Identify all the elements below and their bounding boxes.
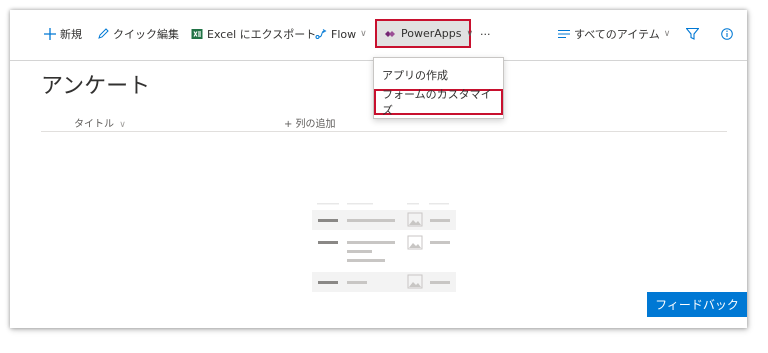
empty-list-illustration (312, 200, 456, 295)
filter-icon (686, 28, 699, 40)
menu-item-customize-forms[interactable]: フォームのカスタマイズ (374, 88, 503, 117)
menu-item-label: アプリの作成 (382, 69, 448, 82)
more-label: ··· (480, 27, 491, 41)
powerapps-icon (384, 29, 396, 39)
view-lines-icon (558, 29, 570, 39)
powerapps-label: PowerApps (401, 27, 462, 40)
command-bar: 新規 クイック編集 Excel にエクスポート Flow ∨ PowerApps… (10, 10, 747, 61)
quick-edit-button[interactable]: クイック編集 (97, 22, 179, 46)
chevron-down-icon: ∨ (360, 29, 367, 39)
powerapps-dropdown-menu: アプリの作成 フォームのカスタマイズ (373, 57, 504, 119)
excel-icon (191, 28, 203, 40)
view-label: すべてのアイテム (574, 28, 660, 41)
flow-button[interactable]: Flow ∨ (315, 22, 367, 46)
quick-edit-label: クイック編集 (113, 28, 179, 41)
column-header-title[interactable]: タイトル ∨ (74, 115, 126, 130)
feedback-button[interactable]: フィードバック (647, 292, 747, 317)
chevron-down-icon: ∨ (663, 29, 671, 39)
sharepoint-list-window: 新規 クイック編集 Excel にエクスポート Flow ∨ PowerApps… (10, 10, 747, 328)
powerapps-button[interactable]: PowerApps ∨ (375, 19, 474, 48)
new-button[interactable]: 新規 (44, 22, 82, 46)
more-button[interactable]: ··· (480, 22, 491, 46)
view-selector[interactable]: すべてのアイテム ∨ (558, 22, 670, 46)
menu-item-create-app[interactable]: アプリの作成 (374, 62, 503, 88)
flow-label: Flow (331, 27, 357, 41)
chevron-down-icon: ∨ (466, 28, 474, 39)
info-button[interactable] (721, 22, 737, 46)
add-column-button[interactable]: + 列の追加 (284, 115, 336, 130)
pencil-icon (97, 28, 109, 40)
column-header-label: タイトル (74, 119, 114, 130)
export-excel-button[interactable]: Excel にエクスポート (191, 22, 316, 46)
menu-item-label: フォームのカスタマイズ (382, 88, 492, 117)
new-label: 新規 (60, 28, 82, 41)
plus-icon (44, 28, 56, 40)
export-excel-label: Excel にエクスポート (207, 28, 317, 41)
info-icon (721, 28, 733, 40)
flow-icon (315, 28, 327, 40)
page-title: アンケート (41, 74, 151, 99)
chevron-down-icon: ∨ (119, 120, 126, 130)
add-column-label: + 列の追加 (284, 119, 336, 130)
filter-button[interactable] (686, 22, 703, 46)
header-divider (41, 131, 727, 132)
